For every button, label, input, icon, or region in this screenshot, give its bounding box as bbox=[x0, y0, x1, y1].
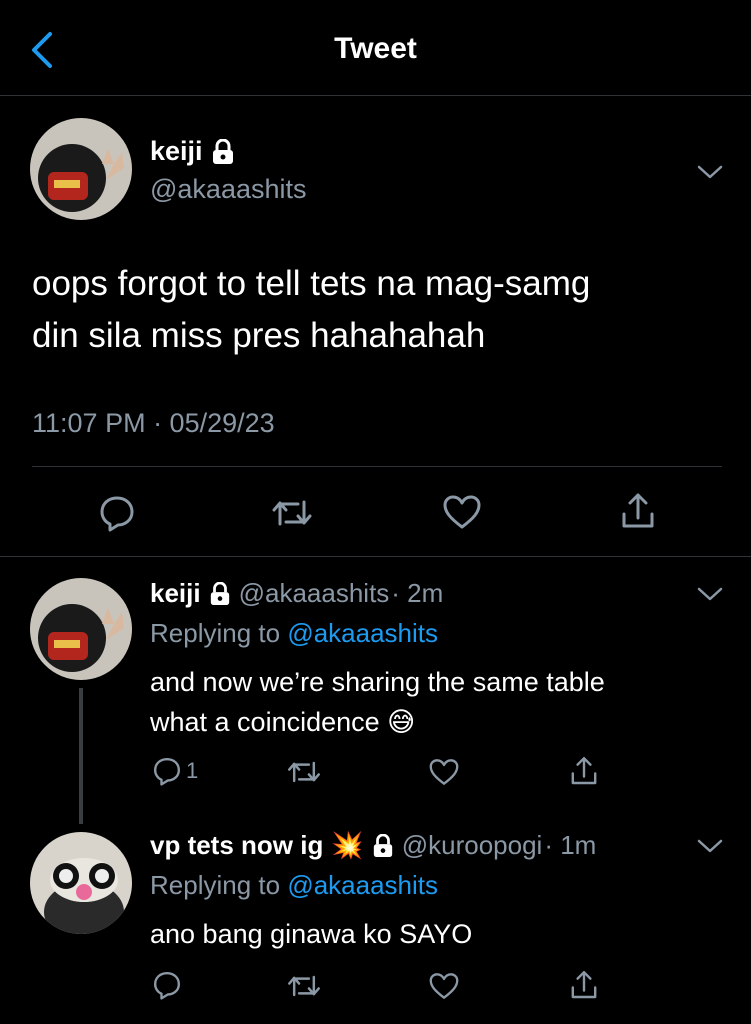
replying-to: Replying to @akaaashits bbox=[150, 618, 438, 649]
chevron-down-icon[interactable] bbox=[696, 584, 724, 604]
heart-icon bbox=[443, 495, 481, 529]
author-name[interactable]: keiji bbox=[150, 578, 201, 609]
top-bar: Tweet bbox=[0, 0, 751, 96]
lock-icon bbox=[212, 138, 233, 164]
author-handle[interactable]: @akaaashits bbox=[239, 578, 390, 609]
share-button[interactable] bbox=[568, 754, 600, 788]
author-name[interactable]: vp tets now ig bbox=[150, 830, 323, 861]
reply-text: ano bang ginawa ko SAYO bbox=[150, 914, 710, 954]
reply-text-line-2: what a coincidence bbox=[150, 707, 380, 737]
reply-icon bbox=[100, 496, 134, 532]
reply-text-line: ano bang ginawa ko SAYO bbox=[150, 919, 473, 949]
share-icon bbox=[571, 757, 597, 785]
retweet-button[interactable] bbox=[286, 758, 322, 786]
retweet-icon bbox=[272, 500, 312, 526]
share-button[interactable] bbox=[568, 968, 600, 1002]
replying-to-label: Replying to bbox=[150, 870, 281, 900]
tweet-actions bbox=[0, 490, 751, 540]
reply-icon bbox=[153, 971, 181, 1000]
tweet-text: oops forgot to tell tets na mag-samg din… bbox=[32, 258, 722, 362]
retweet-icon bbox=[288, 761, 320, 783]
avatar[interactable] bbox=[30, 118, 132, 220]
tweet-text-line: oops forgot to tell tets na mag-samg bbox=[32, 264, 591, 303]
avatar[interactable] bbox=[30, 578, 132, 680]
reply-time: · 2m bbox=[391, 578, 444, 608]
reply-button[interactable] bbox=[152, 970, 182, 1000]
share-icon bbox=[571, 971, 597, 999]
author-handle[interactable]: @kuroopogi bbox=[402, 830, 543, 861]
replying-to-label: Replying to bbox=[150, 618, 281, 648]
replying-to-link[interactable]: @akaaashits bbox=[287, 870, 438, 900]
collision-emoji: 💥 bbox=[331, 830, 364, 861]
page-title: Tweet bbox=[334, 32, 417, 65]
heart-icon bbox=[429, 759, 459, 785]
replying-to-link[interactable]: @akaaashits bbox=[287, 618, 438, 648]
heart-icon bbox=[429, 973, 459, 999]
retweet-button[interactable] bbox=[286, 972, 322, 1000]
divider bbox=[0, 556, 751, 557]
share-icon bbox=[622, 493, 654, 528]
retweet-icon bbox=[288, 975, 320, 997]
replying-to: Replying to @akaaashits bbox=[150, 870, 438, 901]
thread-line bbox=[79, 688, 83, 824]
avatar[interactable] bbox=[30, 832, 132, 934]
like-button[interactable] bbox=[428, 972, 460, 1000]
author-name[interactable]: keiji bbox=[150, 136, 203, 167]
author-handle[interactable]: @akaaashits bbox=[150, 174, 307, 205]
chevron-down-icon[interactable] bbox=[696, 836, 724, 856]
reply-count: 1 bbox=[186, 758, 199, 783]
reply-time: · 1m bbox=[544, 830, 597, 860]
reply-text-line: and now we’re sharing the same table bbox=[150, 667, 605, 697]
tweet-text-line: din sila miss pres hahahahah bbox=[32, 316, 486, 355]
tweet-timestamp[interactable]: 11:07 PM · 05/29/23 bbox=[32, 408, 275, 439]
divider bbox=[32, 466, 722, 467]
reply-button[interactable] bbox=[98, 494, 136, 532]
reply-header: vp tets now ig 💥 @kuroopogi · 1m bbox=[150, 830, 596, 861]
reply-icon bbox=[153, 757, 181, 786]
share-button[interactable] bbox=[618, 490, 658, 532]
reply-text-line: what a coincidence 😅 bbox=[150, 702, 710, 743]
lock-icon bbox=[373, 833, 392, 857]
like-button[interactable] bbox=[428, 758, 460, 786]
reply-text: and now we’re sharing the same table wha… bbox=[150, 662, 710, 743]
reply-header: keiji @akaaashits · 2m bbox=[150, 578, 443, 609]
like-button[interactable] bbox=[442, 494, 482, 530]
chevron-down-icon[interactable] bbox=[696, 162, 724, 182]
retweet-button[interactable] bbox=[270, 496, 314, 530]
lock-icon bbox=[210, 581, 229, 605]
sweat-smile-emoji: 😅 bbox=[387, 707, 416, 738]
reply-button[interactable]: 1 bbox=[152, 756, 198, 786]
